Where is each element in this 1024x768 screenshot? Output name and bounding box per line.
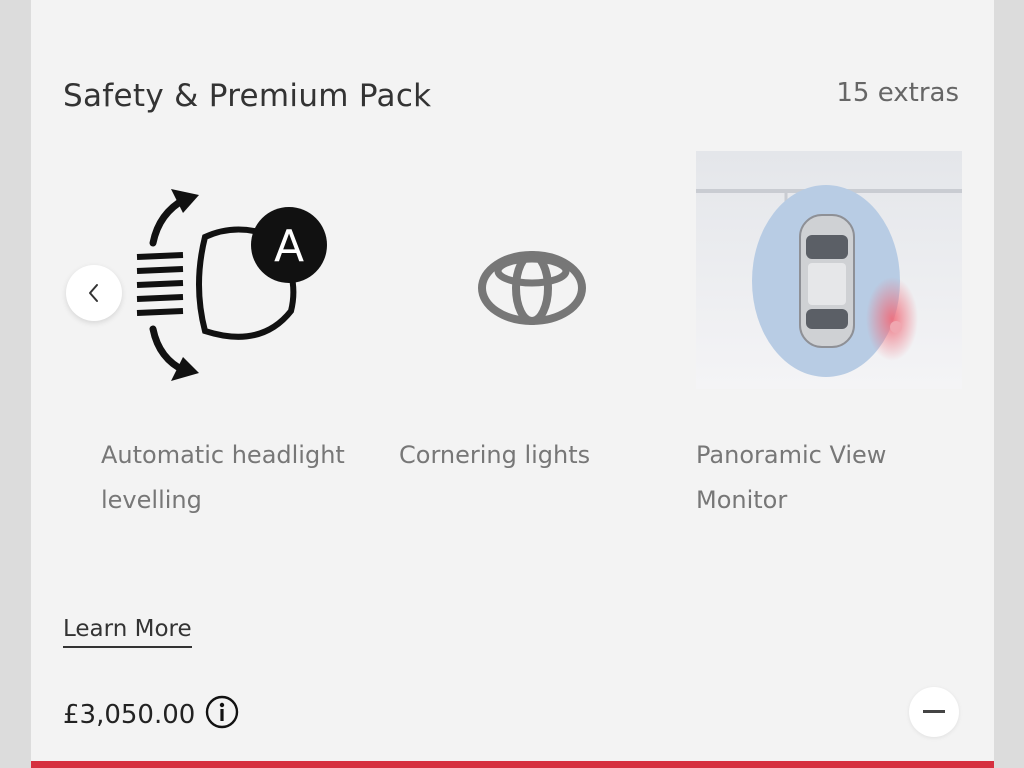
carousel-item-panoramic-view-monitor[interactable]: Panoramic View Monitor: [696, 145, 966, 545]
pack-title: Safety & Premium Pack: [63, 78, 432, 114]
pack-card: Safety & Premium Pack 15 extras g: [31, 0, 994, 768]
info-icon[interactable]: [205, 695, 239, 729]
extras-carousel[interactable]: g A Auto: [31, 145, 994, 545]
learn-more-link[interactable]: Learn More: [63, 616, 192, 648]
selected-accent-bar: [31, 761, 994, 768]
panoramic-view-monitor-image: [696, 151, 962, 389]
carousel-item-auto-headlight-levelling[interactable]: A Automatic headlight levelling: [101, 145, 371, 545]
chevron-left-icon: [89, 284, 98, 302]
minus-icon: [923, 710, 945, 713]
remove-pack-button[interactable]: [909, 687, 959, 737]
extras-count: 15 extras: [836, 78, 959, 108]
item-label: Cornering lights: [399, 441, 591, 469]
carousel-item-cornering-lights[interactable]: Cornering lights: [399, 145, 669, 545]
pack-price: £3,050.00: [63, 700, 196, 730]
item-label: Automatic headlight levelling: [101, 441, 345, 514]
toyota-logo-icon: [478, 251, 586, 325]
carousel-prev-button[interactable]: [66, 265, 122, 321]
auto-headlight-leveling-icon: A: [136, 189, 327, 381]
svg-text:A: A: [274, 221, 304, 272]
item-label: Panoramic View Monitor: [696, 441, 887, 514]
